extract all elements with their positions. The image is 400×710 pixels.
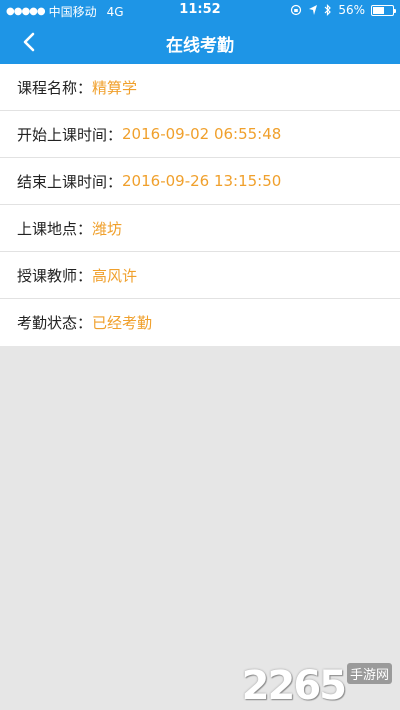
location-icon [309, 5, 318, 15]
watermark-number: 2265 [241, 663, 347, 709]
field-row-end-time: 结束上课时间： 2016-09-26 13:15:50 [0, 158, 400, 205]
field-row-teacher: 授课教师： 高风许 [0, 252, 400, 299]
status-bar: ●●●●● 中国移动 4G 11:52 56% [0, 0, 400, 20]
page-title: 在线考勤 [166, 36, 234, 56]
field-value: 已经考勤 [92, 314, 153, 332]
site-watermark: 2265 手游网 [242, 663, 392, 706]
field-row-location: 上课地点： 潍坊 [0, 205, 400, 252]
field-value: 潍坊 [92, 219, 123, 238]
rotation-lock-icon [291, 4, 302, 16]
attendance-detail-list: 课程名称： 精算学 开始上课时间： 2016-09-02 06:55:48 结束… [0, 64, 400, 346]
field-value: 2016-09-02 06:55:48 [122, 125, 282, 143]
field-label: 授课教师： [17, 266, 93, 285]
watermark-suffix: 手游网 [346, 663, 392, 684]
battery-icon [371, 4, 396, 16]
top-bar: ●●●●● 中国移动 4G 11:52 56% 在线考勤 [0, 0, 400, 64]
field-row-course-name: 课程名称： 精算学 [0, 64, 400, 111]
battery-percent: 56% [338, 3, 365, 17]
field-row-attendance-status: 考勤状态： 已经考勤 [0, 299, 400, 346]
bluetooth-icon [324, 4, 332, 16]
field-row-start-time: 开始上课时间： 2016-09-02 06:55:48 [0, 111, 400, 158]
field-value: 2016-09-26 13:15:50 [122, 172, 282, 190]
field-label: 课程名称： [17, 78, 93, 97]
field-label: 开始上课时间： [17, 125, 123, 144]
battery-level [373, 6, 384, 14]
field-value: 精算学 [92, 78, 138, 97]
status-right: 56% [290, 3, 396, 17]
nav-bar: 在线考勤 [0, 20, 400, 64]
field-label: 考勤状态： [17, 314, 93, 332]
field-label: 上课地点： [17, 219, 93, 238]
field-value: 高风许 [92, 266, 138, 285]
field-label: 结束上课时间： [17, 172, 123, 191]
